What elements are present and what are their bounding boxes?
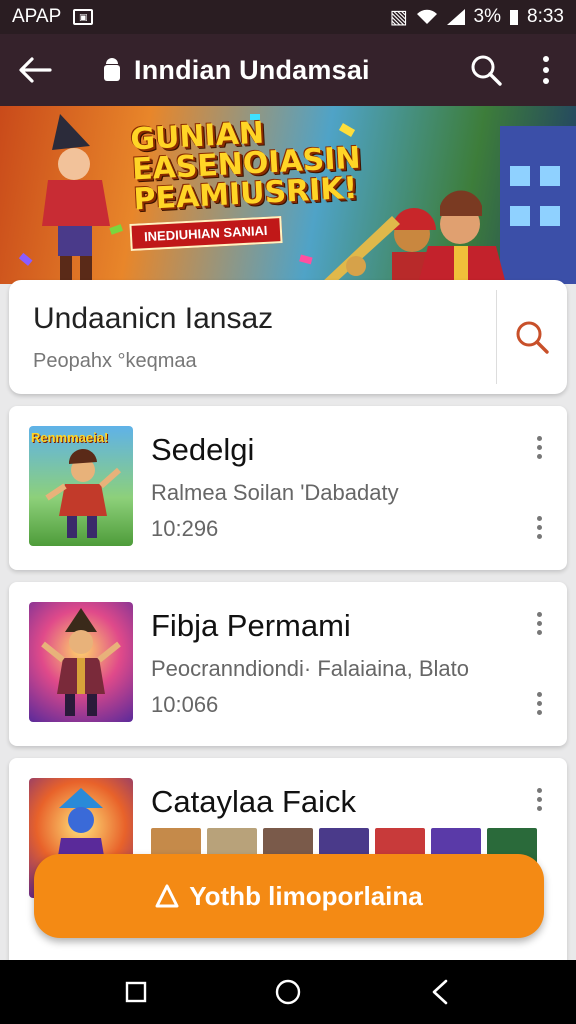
item-secondary-menu-button[interactable] bbox=[527, 512, 551, 542]
recents-button[interactable] bbox=[106, 960, 166, 1024]
status-time: 8:33 bbox=[527, 6, 564, 27]
item-meta: 10:296 bbox=[151, 516, 219, 541]
item-secondary-menu-button[interactable] bbox=[527, 688, 551, 718]
search-card[interactable]: Undaanicn Iansaz Peopahx °keqmaa bbox=[9, 280, 567, 394]
home-button[interactable] bbox=[258, 960, 318, 1024]
item-title: Sedelgi bbox=[151, 432, 255, 467]
item-meta: 10:066 bbox=[151, 692, 219, 717]
search-title: Undaanicn Iansaz bbox=[33, 302, 274, 335]
item-menu-button[interactable] bbox=[527, 432, 551, 462]
item-title: Fibja Permami bbox=[151, 608, 351, 643]
signal-icon bbox=[446, 9, 465, 25]
android-icon bbox=[104, 58, 120, 81]
primary-action-button[interactable]: Yothb limoporlaina bbox=[34, 854, 544, 938]
chevron-left-icon bbox=[432, 979, 448, 1005]
item-menu-button[interactable] bbox=[527, 608, 551, 638]
arrow-left-icon bbox=[19, 57, 52, 83]
search-icon bbox=[516, 321, 549, 354]
character-artwork bbox=[41, 608, 121, 716]
item-thumbnail: Renmmaeia! bbox=[29, 426, 133, 546]
circle-icon bbox=[275, 979, 301, 1005]
search-hint: Peopahx °keqmaa bbox=[33, 350, 197, 372]
square-icon bbox=[125, 981, 147, 1003]
status-bar: APAP ▣ ▧ 3% 8:33 bbox=[0, 0, 576, 34]
item-menu-button[interactable] bbox=[527, 784, 551, 814]
list-item[interactable]: Fibja Permami Peocranndiondi· Falaiaina,… bbox=[9, 582, 567, 746]
page-title: Inndian Undamsai bbox=[134, 54, 370, 85]
item-subtitle: Ralmea Soilan 'Dabadaty bbox=[151, 480, 399, 505]
battery-text: 3% bbox=[473, 6, 502, 27]
list-item[interactable]: Renmmaeia! Sedelgi Ralmea Soilan 'Dabada… bbox=[9, 406, 567, 570]
search-button[interactable] bbox=[456, 34, 516, 106]
battery-icon bbox=[510, 10, 519, 25]
promo-banner[interactable]: GUNIAN EASENOIASIN PEAMIUSRIK! INEDIUHIA… bbox=[0, 106, 576, 284]
nfc-icon: ▧ bbox=[389, 6, 408, 28]
item-subtitle: Peocranndiondi· Falaiaina, Blato bbox=[151, 656, 469, 681]
more-vertical-icon bbox=[543, 56, 549, 84]
back-button[interactable] bbox=[0, 34, 70, 106]
banner-headline: GUNIAN EASENOIASIN PEAMIUSRIK! bbox=[129, 115, 362, 218]
warning-icon bbox=[155, 884, 179, 908]
thumb-label: Renmmaeia! bbox=[31, 430, 109, 445]
system-nav-bar bbox=[0, 960, 576, 1024]
item-title: Cataylaa Faick bbox=[151, 784, 357, 819]
back-nav-button[interactable] bbox=[410, 960, 470, 1024]
overflow-menu-button[interactable] bbox=[516, 34, 576, 106]
search-icon bbox=[471, 55, 502, 86]
item-thumbnail bbox=[29, 602, 133, 722]
primary-action-label: Yothb limoporlaina bbox=[189, 880, 423, 911]
app-bar: Inndian Undamsai bbox=[0, 34, 576, 106]
notification-icon: ▣ bbox=[73, 9, 94, 25]
status-app-label: APAP bbox=[12, 6, 62, 27]
search-card-button[interactable] bbox=[497, 280, 567, 394]
wifi-icon bbox=[416, 9, 437, 24]
